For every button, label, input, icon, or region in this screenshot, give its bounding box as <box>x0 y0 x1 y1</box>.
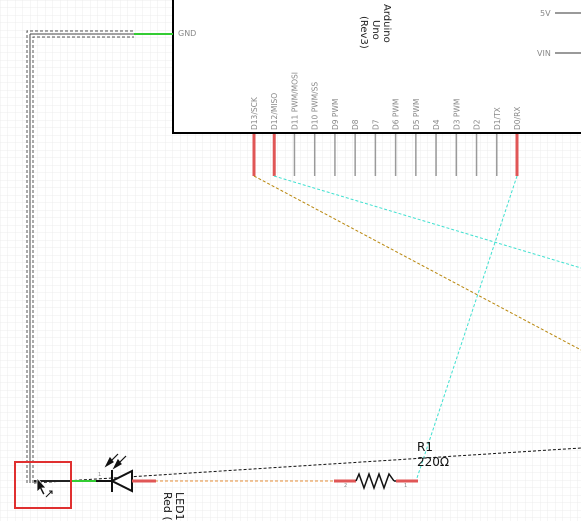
resistor-ref-label: R1 <box>417 440 433 454</box>
resistor-pin2-number: 2 <box>344 483 347 489</box>
pin-label-d4: D4 <box>432 119 441 130</box>
pin-label-d10-pwm-ss: D10 PWM/SS <box>311 82 320 130</box>
pin-label-gnd: GND <box>178 29 196 38</box>
pin-label-d12-miso: D12/MISO <box>270 93 279 130</box>
resistor-pin1-number: 1 <box>404 483 407 489</box>
pin-label-d3-pwm: D3 PWM <box>452 99 461 130</box>
pin-label-d11-pwm-mosi: D11 PWM/MOSI <box>290 72 299 130</box>
pin-label-d1-tx: D1/TX <box>493 107 502 130</box>
resistor-value-label: 220Ω <box>417 455 449 469</box>
pin-label-d2: D2 <box>473 119 482 130</box>
led-pin2-number: 1 <box>98 472 101 478</box>
pin-label-d13-sck: D13/SCK <box>250 96 259 130</box>
led-value-label: Red ( <box>161 492 174 521</box>
pin-label-d0-rx: D0/RX <box>513 107 522 130</box>
pin-label-d8: D8 <box>351 119 360 130</box>
arduino-title-line-2: Uno <box>370 20 381 40</box>
pin-label-d9-pwm: D9 PWM <box>331 99 340 130</box>
pin-label-vin: VIN <box>537 49 551 58</box>
schematic-canvas[interactable]: Arduino Uno (Rev3) 5V VIN GND D13/SCK D12… <box>0 0 581 521</box>
arduino-title-line-3: (Rev3) <box>358 16 369 49</box>
pin-label-d5-pwm: D5 PWM <box>412 99 421 130</box>
pin-label-5v: 5V <box>540 9 551 18</box>
arduino-title-line-1: Arduino <box>381 4 392 43</box>
pin-label-d7: D7 <box>371 119 380 130</box>
pin-label-d6-pwm: D6 PWM <box>392 99 401 130</box>
